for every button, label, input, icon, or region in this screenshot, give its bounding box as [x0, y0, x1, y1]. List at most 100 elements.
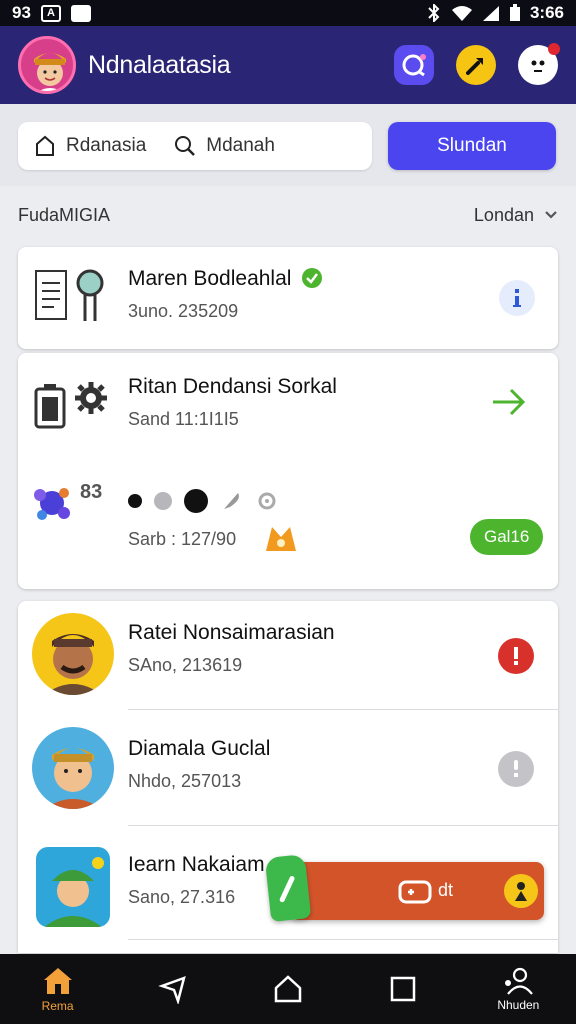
pencil-icon: [279, 876, 295, 903]
list-divider: [128, 709, 558, 710]
list-item-title: Iearn Nakaiam: [128, 853, 265, 876]
floating-bar-badge[interactable]: [504, 874, 538, 908]
home-outline-icon: [274, 975, 302, 1003]
query-search-segment[interactable]: Mdanah: [174, 135, 275, 157]
search-row: Rdanasia Mdanah Slundan: [0, 104, 576, 288]
card-subtitle-secondary: Sarb : 127/90: [128, 529, 237, 549]
card-subtitle: 3uno. 235209: [128, 301, 239, 321]
tool-button[interactable]: [456, 45, 496, 85]
nav-profile[interactable]: Nhuden: [478, 967, 558, 1012]
list-item-title: Diamala Guclal: [128, 737, 271, 760]
floating-bar-label: dt: [438, 880, 454, 900]
card-title: Ritan Dendansi Sorkal: [128, 375, 337, 398]
notification-icon: A: [40, 4, 61, 22]
gear-icon: [75, 382, 107, 414]
list-item-title: Ratei Nonsaimarasian: [128, 621, 335, 644]
dot-grey-icon: [154, 492, 172, 510]
chat-icon: [402, 54, 426, 77]
people-icon: [505, 967, 534, 995]
small-gear-icon: [258, 492, 276, 510]
nav-back[interactable]: [133, 974, 213, 1004]
home-outline-icon: [36, 135, 54, 156]
nav-home-label: Rema: [41, 998, 74, 1013]
battery-icon: [509, 4, 520, 21]
bluetooth-icon: [428, 4, 440, 22]
item-card[interactable]: Maren Bodleahlal 3uno. 235209: [18, 247, 558, 349]
info-badge[interactable]: [498, 751, 534, 787]
item-card[interactable]: Ritan Dendansi Sorkal Sand 11:1I1I5 83 S…: [18, 353, 558, 589]
avatar-illustration-icon: [44, 634, 102, 695]
search-icon: [175, 136, 196, 156]
alert-button[interactable]: [518, 43, 560, 85]
list-divider: [128, 939, 558, 940]
exclamation-icon: [514, 647, 518, 665]
search-input[interactable]: Rdanasia Mdanah: [18, 122, 372, 170]
square-icon: [390, 976, 416, 1002]
card-title: Maren Bodleahlal: [128, 267, 292, 290]
list-divider: [128, 825, 558, 826]
power-icon: [184, 489, 208, 513]
sort-label: Londan: [473, 204, 534, 225]
alert-icon: [531, 60, 545, 72]
app-bar: Ndnalaatasia: [0, 26, 576, 104]
avatar-illustration-icon: [44, 857, 104, 927]
nav-home-system[interactable]: [248, 974, 328, 1004]
info-button[interactable]: [499, 280, 535, 316]
chevron-down-icon: [545, 211, 557, 219]
magnifier-tool-icon: [76, 269, 104, 321]
info-dot-icon: [514, 760, 518, 777]
wifi-icon: [451, 5, 472, 21]
list-item-subtitle: Nhdo, 257013: [128, 771, 242, 791]
home-icon: [43, 967, 72, 994]
person-icon: [515, 882, 527, 901]
arrow-right-icon[interactable]: [491, 387, 527, 417]
info-icon: [513, 289, 521, 307]
search-button[interactable]: Slundan: [388, 122, 556, 170]
list-item[interactable]: Ratei Nonsaimarasian SAno, 213619: [18, 601, 558, 709]
home-search-segment[interactable]: Rdanasia: [34, 135, 146, 157]
avatar: [32, 727, 114, 809]
tool-icon: [466, 58, 483, 75]
status-time: 3:66: [529, 3, 564, 22]
alert-badge: [548, 43, 560, 55]
document-icon: [35, 270, 67, 320]
bottom-navigation: Rema Nhuden: [0, 954, 576, 1024]
avatar-illustration-icon: [34, 53, 66, 91]
battery-device-icon: [34, 384, 66, 429]
search-query-label: Mdanah: [206, 135, 275, 156]
verified-check-icon: [302, 268, 322, 288]
nav-home[interactable]: Rema: [18, 966, 98, 1013]
filter-row: FudaMIGIA Londan: [0, 190, 576, 240]
nav-recents[interactable]: [363, 975, 443, 1003]
flame-badge-icon: [266, 527, 296, 551]
signal-icon: [482, 5, 499, 21]
chat-button[interactable]: [394, 45, 434, 85]
app-title: Ndnalaatasia: [88, 50, 231, 79]
counter-value: 83: [80, 481, 103, 503]
profile-avatar[interactable]: [18, 36, 76, 94]
status-pill[interactable]: Gal16: [470, 519, 544, 555]
list-item-subtitle: SAno, 213619: [128, 655, 243, 675]
edit-fab-button[interactable]: [264, 854, 312, 922]
status-dots: [128, 489, 278, 513]
status-left-text: 93: [12, 3, 31, 22]
floating-action-bar[interactable]: dt: [290, 862, 544, 920]
avatar: [32, 613, 114, 695]
feather-icon: [224, 493, 239, 509]
dot-black-icon: [128, 494, 142, 508]
card-subtitle: Sand 11:1I1I5: [128, 409, 239, 429]
status-bar: 93 A 3:66: [0, 0, 576, 26]
gem-cluster-icon: [34, 488, 70, 520]
sort-dropdown[interactable]: Londan: [474, 205, 558, 226]
list-item-subtitle: Sano, 27.316: [128, 887, 236, 907]
gamepad-icon: [398, 880, 432, 904]
avatar: [36, 847, 110, 927]
avatar-illustration-icon: [44, 748, 102, 809]
search-segment-label: Rdanasia: [66, 135, 147, 156]
error-badge[interactable]: [498, 638, 534, 674]
nav-profile-label: Nhuden: [497, 997, 540, 1012]
filter-label: FudaMIGIA: [18, 204, 111, 225]
back-triangle-icon: [157, 976, 186, 1004]
image-notification-icon: [70, 4, 91, 22]
list-item[interactable]: Diamala Guclal Nhdo, 257013: [18, 711, 558, 825]
